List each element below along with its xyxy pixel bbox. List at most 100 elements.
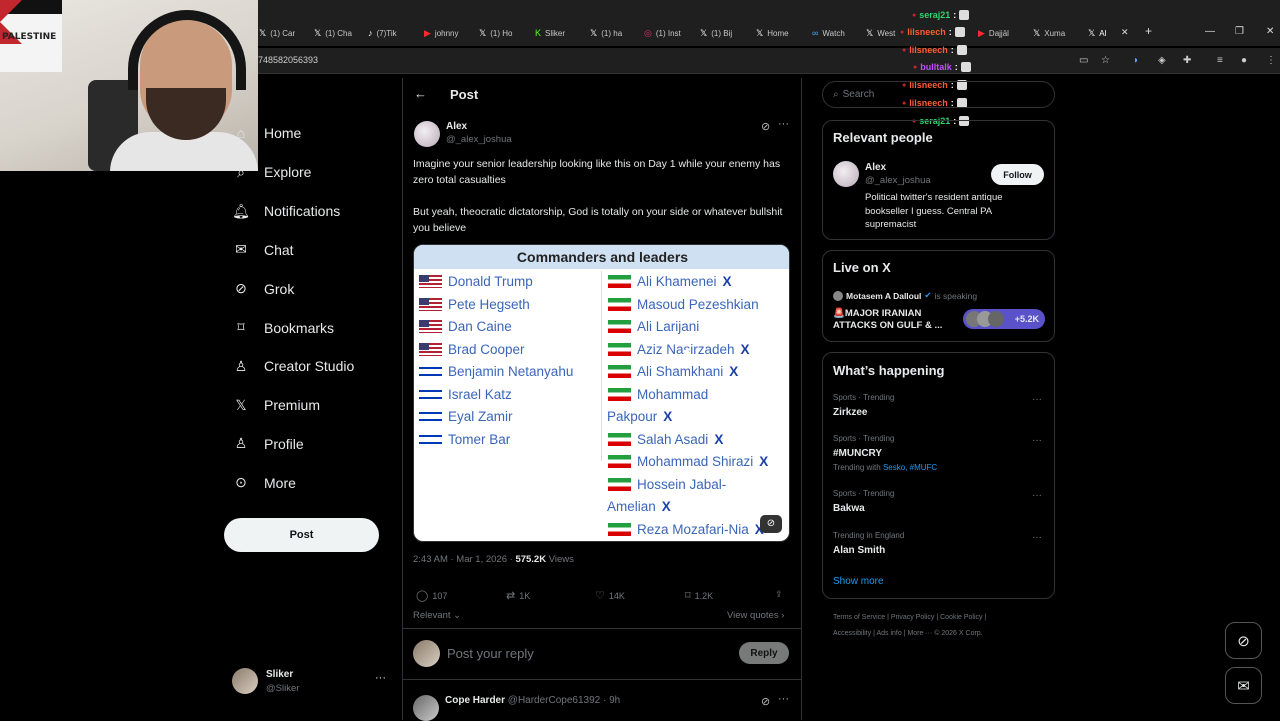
browser-tab[interactable]: 𝕏 Home [756,24,806,42]
browser-tab[interactable]: ▶ Dajjāl [978,24,1028,42]
close-tab-icon[interactable]: ✕ [1121,27,1129,38]
trend-name[interactable]: Bakwa [833,503,865,514]
search-input[interactable]: ⌕ Search [822,81,1055,108]
profile-icon[interactable]: ● [1241,55,1247,66]
reply-button[interactable]: Reply [739,642,789,664]
trend-more-icon[interactable]: ··· [1032,394,1042,405]
browser-tab[interactable]: 𝕏 (1) Cha [314,24,364,42]
nav-item-creator-studio[interactable]: ♙ Creator Studio [232,358,355,375]
trend-with-tags[interactable]: Sesko, #MUFC [883,463,937,472]
browser-tab[interactable]: 𝕏 (1) Bij [700,24,750,42]
leader-text: Pete Hegseth [448,296,530,312]
follow-button[interactable]: Follow [991,164,1044,185]
israel-flag-icon [419,410,442,423]
share-icon[interactable]: ⇪ [775,589,783,600]
author-avatar[interactable] [414,121,440,147]
grok-fab-icon[interactable]: ⊘ [1225,622,1262,659]
live-listeners[interactable]: +5.2K [963,309,1045,329]
browser-tab[interactable]: ♪ (7)Tik [368,24,418,42]
reply-author-avatar[interactable] [413,695,439,721]
nav-item-explore[interactable]: ⌕ Explore [232,164,311,181]
trend-category: Sports · Trending [833,489,895,498]
author-name[interactable]: Alex [446,121,467,132]
person-avatar[interactable] [833,161,859,187]
browser-tab[interactable]: 𝕏 (1) ha [590,24,640,42]
trend-more-icon[interactable]: ··· [1032,532,1042,543]
media-icon[interactable]: ≡ [1217,55,1223,66]
live-title-text[interactable]: 🚨MAJOR IRANIAN ATTACKS ON GULF & ... [833,308,958,332]
show-more-link[interactable]: Show more [833,576,884,587]
person-handle[interactable]: @_alex_joshua [865,175,931,186]
browser-tab[interactable]: ∞ Watch [812,24,862,42]
messages-fab-icon[interactable]: ✉ [1225,667,1262,704]
grok-icon[interactable]: ⊘ [761,120,770,133]
nav-item-grok[interactable]: ⊘ Grok [232,280,294,297]
browser-tab[interactable]: 𝕏 (1) Car [259,24,309,42]
trend-name[interactable]: Zirkzee [833,407,867,418]
post-more-icon[interactable]: ··· [778,118,789,130]
browser-tab[interactable]: 𝕏 Al [1088,24,1138,42]
bookmark-action[interactable]: ⌑ 1.2K [685,589,713,602]
leader-name: Ali Khamenei X [608,274,732,289]
close-window-icon[interactable]: ✕ [1266,26,1274,37]
install-icon[interactable]: ▭ [1079,55,1088,66]
account-more-icon[interactable]: ··· [375,672,386,684]
puzzle-icon[interactable]: ✚ [1183,55,1191,66]
restore-icon[interactable]: ❐ [1235,26,1244,37]
person-name[interactable]: Alex [865,162,886,173]
browser-tab[interactable]: 𝕏 Xuma [1033,24,1083,42]
watch-logo-icon: ∞ [812,28,819,38]
footer-links[interactable]: Terms of Service | Privacy Policy | Cook… [833,614,986,621]
verified-icon: ✔ [924,290,932,300]
trend-category: Sports · Trending [833,434,895,443]
trend-more-icon[interactable]: ··· [1032,435,1042,446]
israel-flag-icon [419,387,442,401]
leader-name: Reza Mozafari-NiaX [608,522,764,537]
whats-happening-title: What’s happening [833,363,945,378]
extension-icon[interactable]: ◗ [1133,55,1139,66]
browser-tab[interactable]: ▶ johnny [424,24,474,42]
url-text[interactable]: 748582056393 [258,55,318,65]
browser-tab[interactable]: ◎ (1) Inst [644,24,694,42]
nav-item-more[interactable]: ⊙ More [232,474,296,491]
extension-icon[interactable]: ◈ [1158,55,1166,66]
nav-item-bookmarks[interactable]: ⌑ Bookmarks [232,319,334,336]
menu-dots-icon[interactable]: ⋮ [1266,55,1276,66]
footer-links[interactable]: Accessibility | Ads info | More ··· © 20… [833,630,983,637]
back-arrow-icon[interactable]: ← [414,86,427,101]
post-button[interactable]: Post [224,518,379,552]
grok-image-icon[interactable]: ⊘ [760,515,782,533]
browser-tab[interactable]: K Sliker [535,24,585,42]
reply-more-icon[interactable]: ··· [778,693,789,705]
like-action[interactable]: ♡ 14K [595,589,625,602]
browser-tab[interactable]: 𝕏 (1) Ho [479,24,529,42]
sort-dropdown[interactable]: Relevant ⌄ [413,610,461,621]
account-avatar[interactable] [232,668,258,694]
nav-label: More [264,474,296,491]
minimize-icon[interactable]: — [1205,26,1215,37]
repost-action[interactable]: ⇄ 1K [506,589,530,602]
post-image[interactable]: Commanders and leaders Donald Trump Pete … [413,244,790,542]
nav-item-chat[interactable]: ✉ Chat [232,241,293,258]
reply-input[interactable]: Post your reply [447,646,534,661]
author-handle[interactable]: @_alex_joshua [446,134,512,145]
tab-label: Watch [822,28,845,38]
nav-item-notifications[interactable]: 🔔︎ Notifications [232,203,340,220]
post-text: Imagine your senior leadership looking l… [413,158,781,186]
star-icon[interactable]: ☆ [1101,55,1110,66]
trend-name[interactable]: Alan Smith [833,545,885,556]
live-host[interactable]: Motasem A Dalloul ✔ is speaking [833,290,977,301]
tab-label: West [877,28,896,38]
trend-name[interactable]: #MUNCRY [833,448,882,459]
nav-item-premium[interactable]: 𝕏 Premium [232,397,320,414]
webcam-overlay: PALESTINE [0,0,258,171]
view-quotes-link[interactable]: View quotes › [727,610,784,621]
nav-item-profile[interactable]: ♙ Profile [232,435,304,452]
new-tab-icon[interactable]: + [1145,24,1152,38]
reply-author[interactable]: Cope Harder @HarderCope61392 · 9h [445,695,620,706]
grok-icon[interactable]: ⊘ [761,695,770,708]
nav-item-home[interactable]: ⌂ Home [232,125,302,141]
trend-more-icon[interactable]: ··· [1032,490,1042,501]
trend-category: Sports · Trending [833,393,895,402]
reply-action[interactable]: ◯ 107 [416,589,447,602]
